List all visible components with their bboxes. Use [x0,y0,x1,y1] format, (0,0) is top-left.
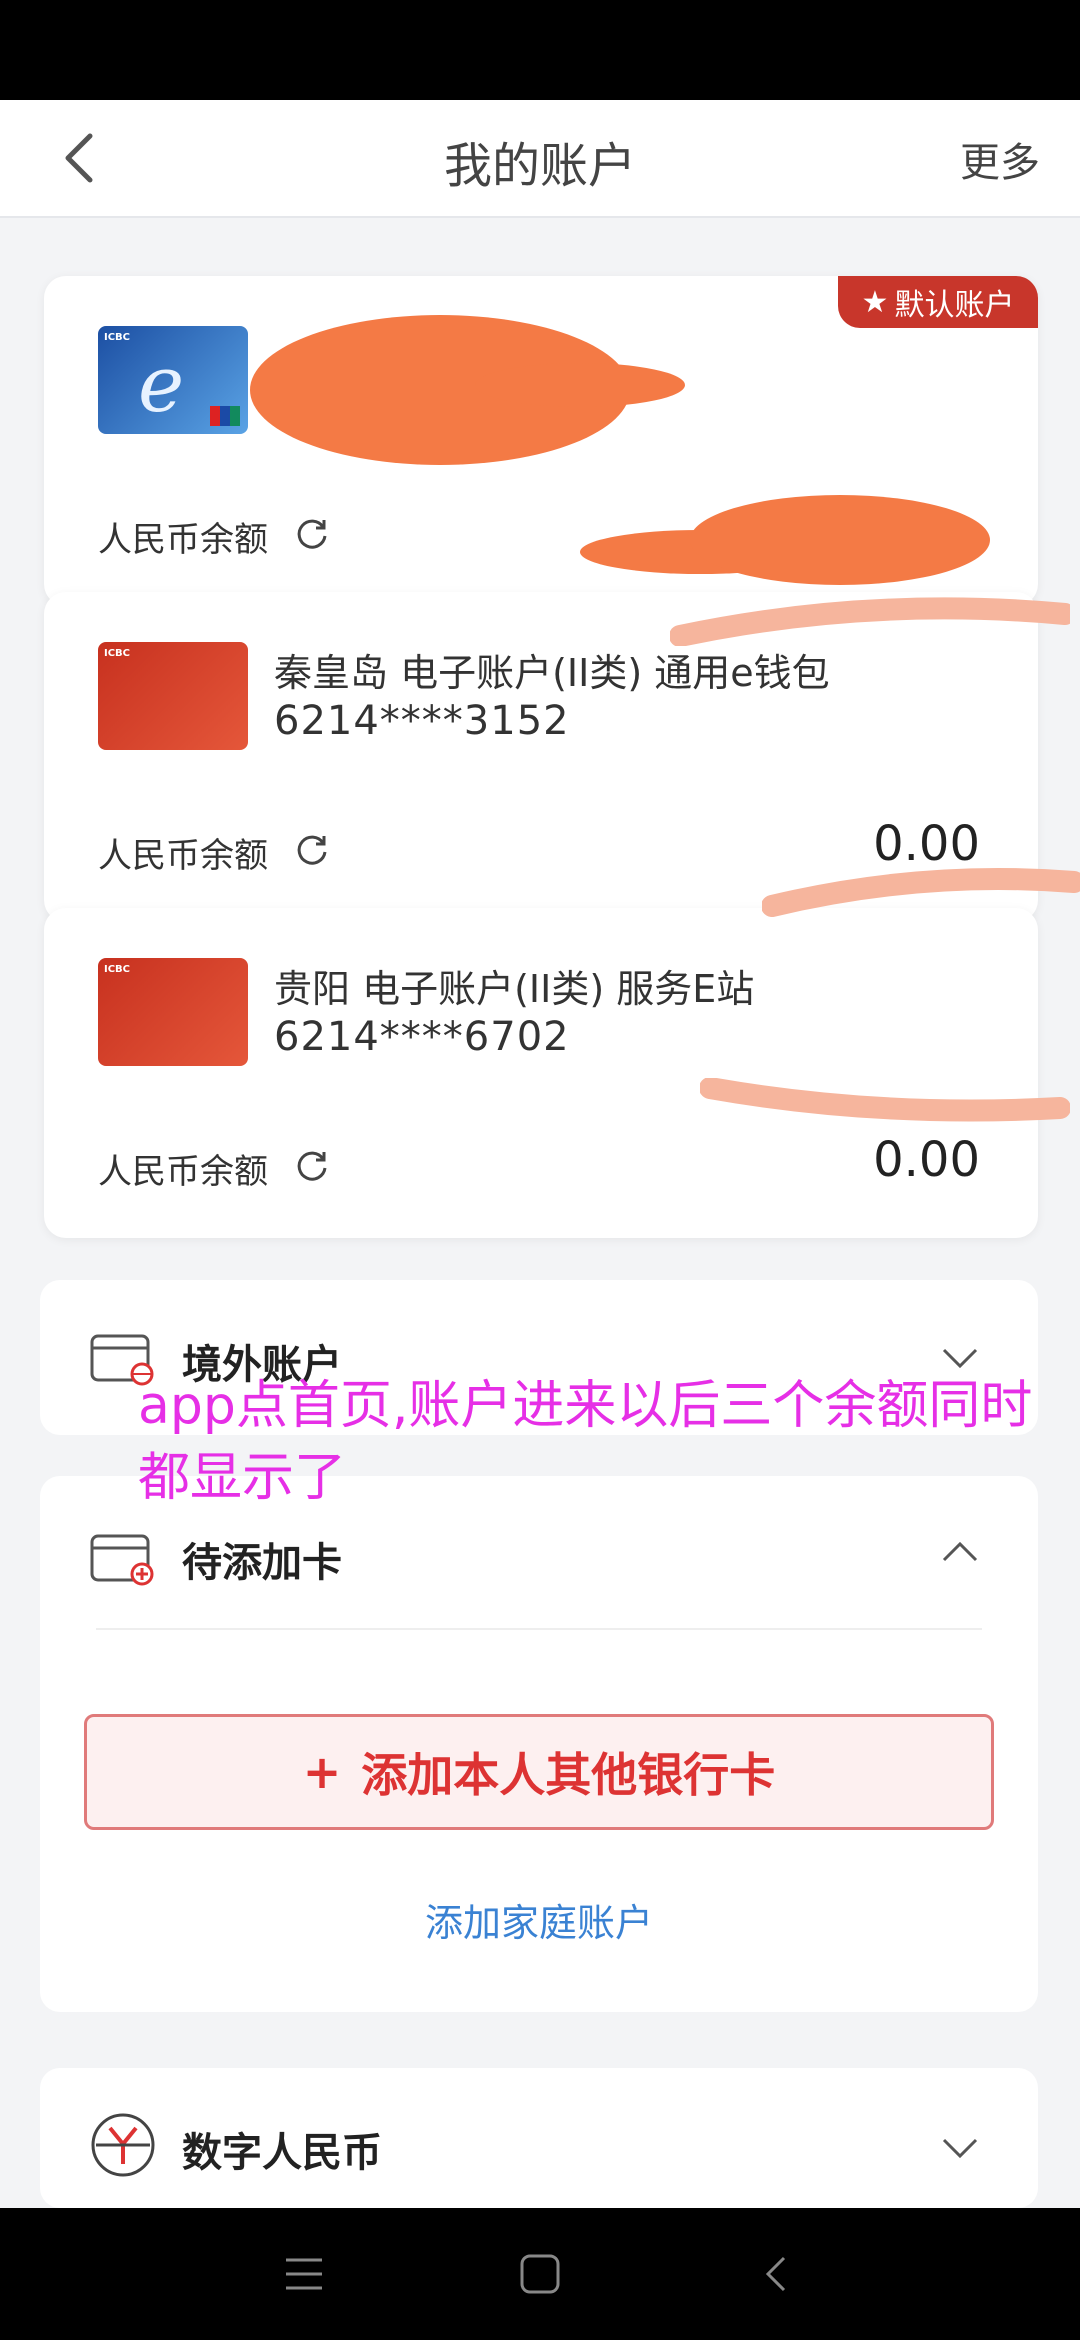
plus-icon: + [302,1745,342,1799]
e-logo-icon: e [138,340,185,430]
digital-yuan-icon [91,2113,155,2177]
bank-logo-icon: ICBC [104,648,131,659]
balance-value: 0.00 [873,816,980,872]
user-annotation-text: app点首页,账户进来以后三个余额同时都显示了 [138,1376,1033,1508]
add-other-card-label: 添加本人其他银行卡 [361,1748,776,1802]
digital-rmb-panel[interactable]: 数字人民币 [40,2068,1038,2208]
card-add-icon [90,1534,154,1586]
account-card[interactable]: ICBC 贵阳 电子账户(II类) 服务E站 6214****6702 人民币余… [44,908,1038,1238]
star-icon: ★ [861,284,889,320]
add-family-account-link[interactable]: 添加家庭账户 [40,1892,1038,1947]
refresh-icon[interactable] [294,1148,330,1184]
bank-card-thumbnail: ICBC [98,958,248,1066]
balance-label: 人民币余额 [98,836,268,876]
pending-cards-title: 待添加卡 [182,1540,342,1586]
refresh-icon[interactable] [294,832,330,868]
default-badge-label: 默认账户 [894,288,1015,323]
default-account-badge: ★ 默认账户 [838,276,1038,328]
account-name: 贵阳 电子账户(II类) 服务E站 [274,967,755,1011]
menu-icon[interactable] [280,2250,328,2298]
account-name: 秦皇岛 电子账户(II类) 通用e钱包 [274,651,830,695]
chevron-down-icon[interactable] [938,2126,982,2170]
refresh-icon[interactable] [294,516,330,552]
divider [96,1628,982,1630]
bank-card-thumbnail: ICBC e [98,326,248,434]
back-icon[interactable] [752,2250,800,2298]
home-icon[interactable] [516,2250,564,2298]
status-bar [0,0,1080,100]
balance-value: 0.00 [873,1132,980,1188]
chevron-up-icon[interactable] [938,1530,982,1574]
account-number: 6214****3152 [274,698,570,744]
top-nav-bar: 我的账户 更多 [0,100,1080,218]
unionpay-icon [210,406,240,426]
digital-rmb-title: 数字人民币 [182,2130,382,2176]
more-button[interactable]: 更多 [960,130,1040,188]
pending-cards-panel: 待添加卡 + 添加本人其他银行卡 添加家庭账户 [40,1476,1038,2012]
balance-label: 人民币余额 [98,1152,268,1192]
account-card-default[interactable]: ★ 默认账户 ICBC e 人民币余额 [44,276,1038,606]
add-other-card-button[interactable]: + 添加本人其他银行卡 [84,1714,994,1830]
bank-logo-icon: ICBC [104,964,131,975]
system-navigation-bar [0,2208,1080,2340]
bank-card-thumbnail: ICBC [98,642,248,750]
account-card[interactable]: ICBC 秦皇岛 电子账户(II类) 通用e钱包 6214****3152 人民… [44,592,1038,922]
account-number: 6214****6702 [274,1014,570,1060]
balance-label: 人民币余额 [98,520,268,560]
page-title: 我的账户 [443,138,636,194]
bank-logo-icon: ICBC [104,332,131,343]
